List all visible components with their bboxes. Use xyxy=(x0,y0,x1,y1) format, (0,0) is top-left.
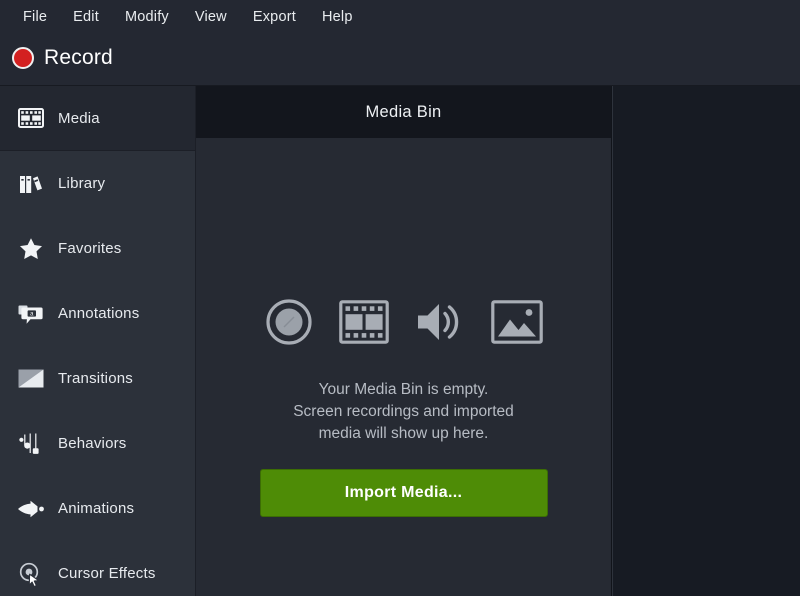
sidebar-item-behaviors[interactable]: Behaviors xyxy=(0,411,195,476)
behaviors-icon xyxy=(12,432,50,456)
sidebar-item-annotations[interactable]: a Annotations xyxy=(0,281,195,346)
record-circle-icon xyxy=(12,47,34,69)
sidebar-item-label: Library xyxy=(58,175,106,192)
image-icon xyxy=(490,300,543,349)
empty-state-icon-row xyxy=(265,298,543,351)
transition-icon xyxy=(12,369,50,388)
sidebar-item-label: Media xyxy=(58,109,100,127)
empty-state-message-line1: Your Media Bin is empty. xyxy=(318,381,489,398)
cursor-effect-icon xyxy=(12,561,50,587)
sidebar-item-label: Behaviors xyxy=(58,435,127,452)
media-bin-panel: Media Bin Your Media Bin is empty. Scree… xyxy=(196,86,612,596)
speaker-icon xyxy=(415,299,465,350)
menu-item-modify[interactable]: Modify xyxy=(112,5,182,29)
sidebar-item-favorites[interactable]: Favorites xyxy=(0,216,195,281)
sidebar-item-label: Cursor Effects xyxy=(58,565,156,582)
sidebar-item-cursor-effects[interactable]: Cursor Effects xyxy=(0,541,195,596)
books-icon xyxy=(12,173,50,195)
main-body: Media Library Favorites a Annotations Tr… xyxy=(0,86,800,596)
sidebar-item-library[interactable]: Library xyxy=(0,151,195,216)
empty-state-message-line2: Screen recordings and imported xyxy=(293,403,514,420)
menu-item-edit[interactable]: Edit xyxy=(60,5,112,29)
sidebar-item-label: Favorites xyxy=(58,240,122,257)
media-bin-empty-state: Your Media Bin is empty. Screen recordin… xyxy=(196,138,611,596)
sidebar-item-transitions[interactable]: Transitions xyxy=(0,346,195,411)
sidebar-item-animations[interactable]: Animations xyxy=(0,476,195,541)
sidebar-item-label: Transitions xyxy=(58,370,134,387)
sidebar-item-label: Animations xyxy=(58,500,135,517)
arrow-right-icon xyxy=(12,500,50,518)
empty-state-message: Your Media Bin is empty. Screen recordin… xyxy=(239,379,569,445)
film-strip-icon xyxy=(338,300,389,349)
menu-item-export[interactable]: Export xyxy=(240,5,309,29)
speech-bubble-icon: a xyxy=(12,303,50,325)
film-strip-icon xyxy=(12,108,50,128)
menu-bar: File Edit Modify View Export Help xyxy=(0,0,800,34)
record-button-label: Record xyxy=(44,46,113,69)
menu-item-file[interactable]: File xyxy=(10,5,60,29)
top-bar: File Edit Modify View Export Help Record xyxy=(0,0,800,86)
media-bin-title: Media Bin xyxy=(196,86,611,138)
import-media-button[interactable]: Import Media... xyxy=(259,469,548,517)
sidebar-item-media[interactable]: Media xyxy=(0,86,195,151)
preview-panel[interactable] xyxy=(612,86,800,596)
menu-item-help[interactable]: Help xyxy=(309,5,366,29)
record-circle-icon xyxy=(265,298,313,351)
star-icon xyxy=(12,237,50,260)
record-button[interactable]: Record xyxy=(0,34,800,82)
sidebar-item-label: Annotations xyxy=(58,305,140,322)
sidebar: Media Library Favorites a Annotations Tr… xyxy=(0,86,196,596)
empty-state-message-line3: media will show up here. xyxy=(318,425,489,442)
camtasia-window: File Edit Modify View Export Help Record xyxy=(0,0,800,596)
menu-item-view[interactable]: View xyxy=(182,5,240,29)
